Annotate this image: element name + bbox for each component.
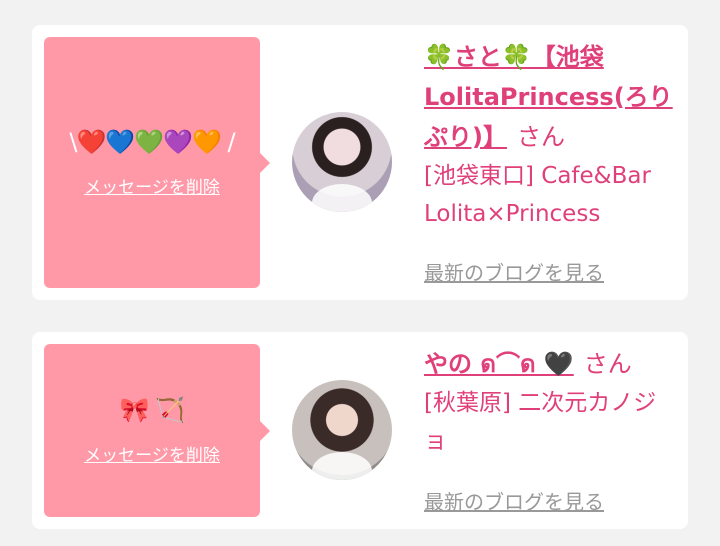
message-bubble: 🎀 🏹 メッセージを削除 bbox=[44, 344, 270, 517]
message-card: 🎀 🏹 メッセージを削除 やの ด⌒ด 🖤 さん [秋葉原] 二次元カノジョ 最新… bbox=[32, 332, 688, 529]
delete-message-link[interactable]: メッセージを削除 bbox=[84, 441, 220, 466]
shop-name: [秋葉原] 二次元カノジョ bbox=[424, 390, 657, 454]
sender-info: やの ด⌒ด 🖤 さん [秋葉原] 二次元カノジョ bbox=[424, 344, 678, 460]
honorific: さん bbox=[583, 350, 632, 378]
message-text: \❤️💙💚💜🧡 / bbox=[69, 128, 235, 156]
message-card: \❤️💙💚💜🧡 / メッセージを削除 🍀さと🍀【池袋LolitaPrincess… bbox=[32, 25, 688, 300]
latest-blog-link[interactable]: 最新のブログを見る bbox=[424, 257, 604, 286]
delete-message-link[interactable]: メッセージを削除 bbox=[84, 173, 220, 198]
sender-name-link[interactable]: やの ด⌒ด 🖤 bbox=[424, 350, 574, 378]
avatar[interactable] bbox=[292, 380, 392, 480]
avatar[interactable] bbox=[292, 112, 392, 212]
honorific: さん bbox=[516, 123, 565, 151]
latest-blog-link[interactable]: 最新のブログを見る bbox=[424, 486, 604, 515]
sender-name-line: やの ด⌒ด 🖤 さん bbox=[424, 344, 678, 384]
sender-name-line: 🍀さと🍀【池袋LolitaPrincess(ろりぷり)】 さん bbox=[424, 37, 678, 157]
message-text: 🎀 🏹 bbox=[119, 396, 185, 424]
sender-info: 🍀さと🍀【池袋LolitaPrincess(ろりぷり)】 さん [池袋東口] Ca… bbox=[424, 37, 678, 233]
message-bubble: \❤️💙💚💜🧡 / メッセージを削除 bbox=[44, 37, 270, 288]
shop-name: [池袋東口] Cafe&Bar Lolita×Princess bbox=[424, 163, 651, 227]
